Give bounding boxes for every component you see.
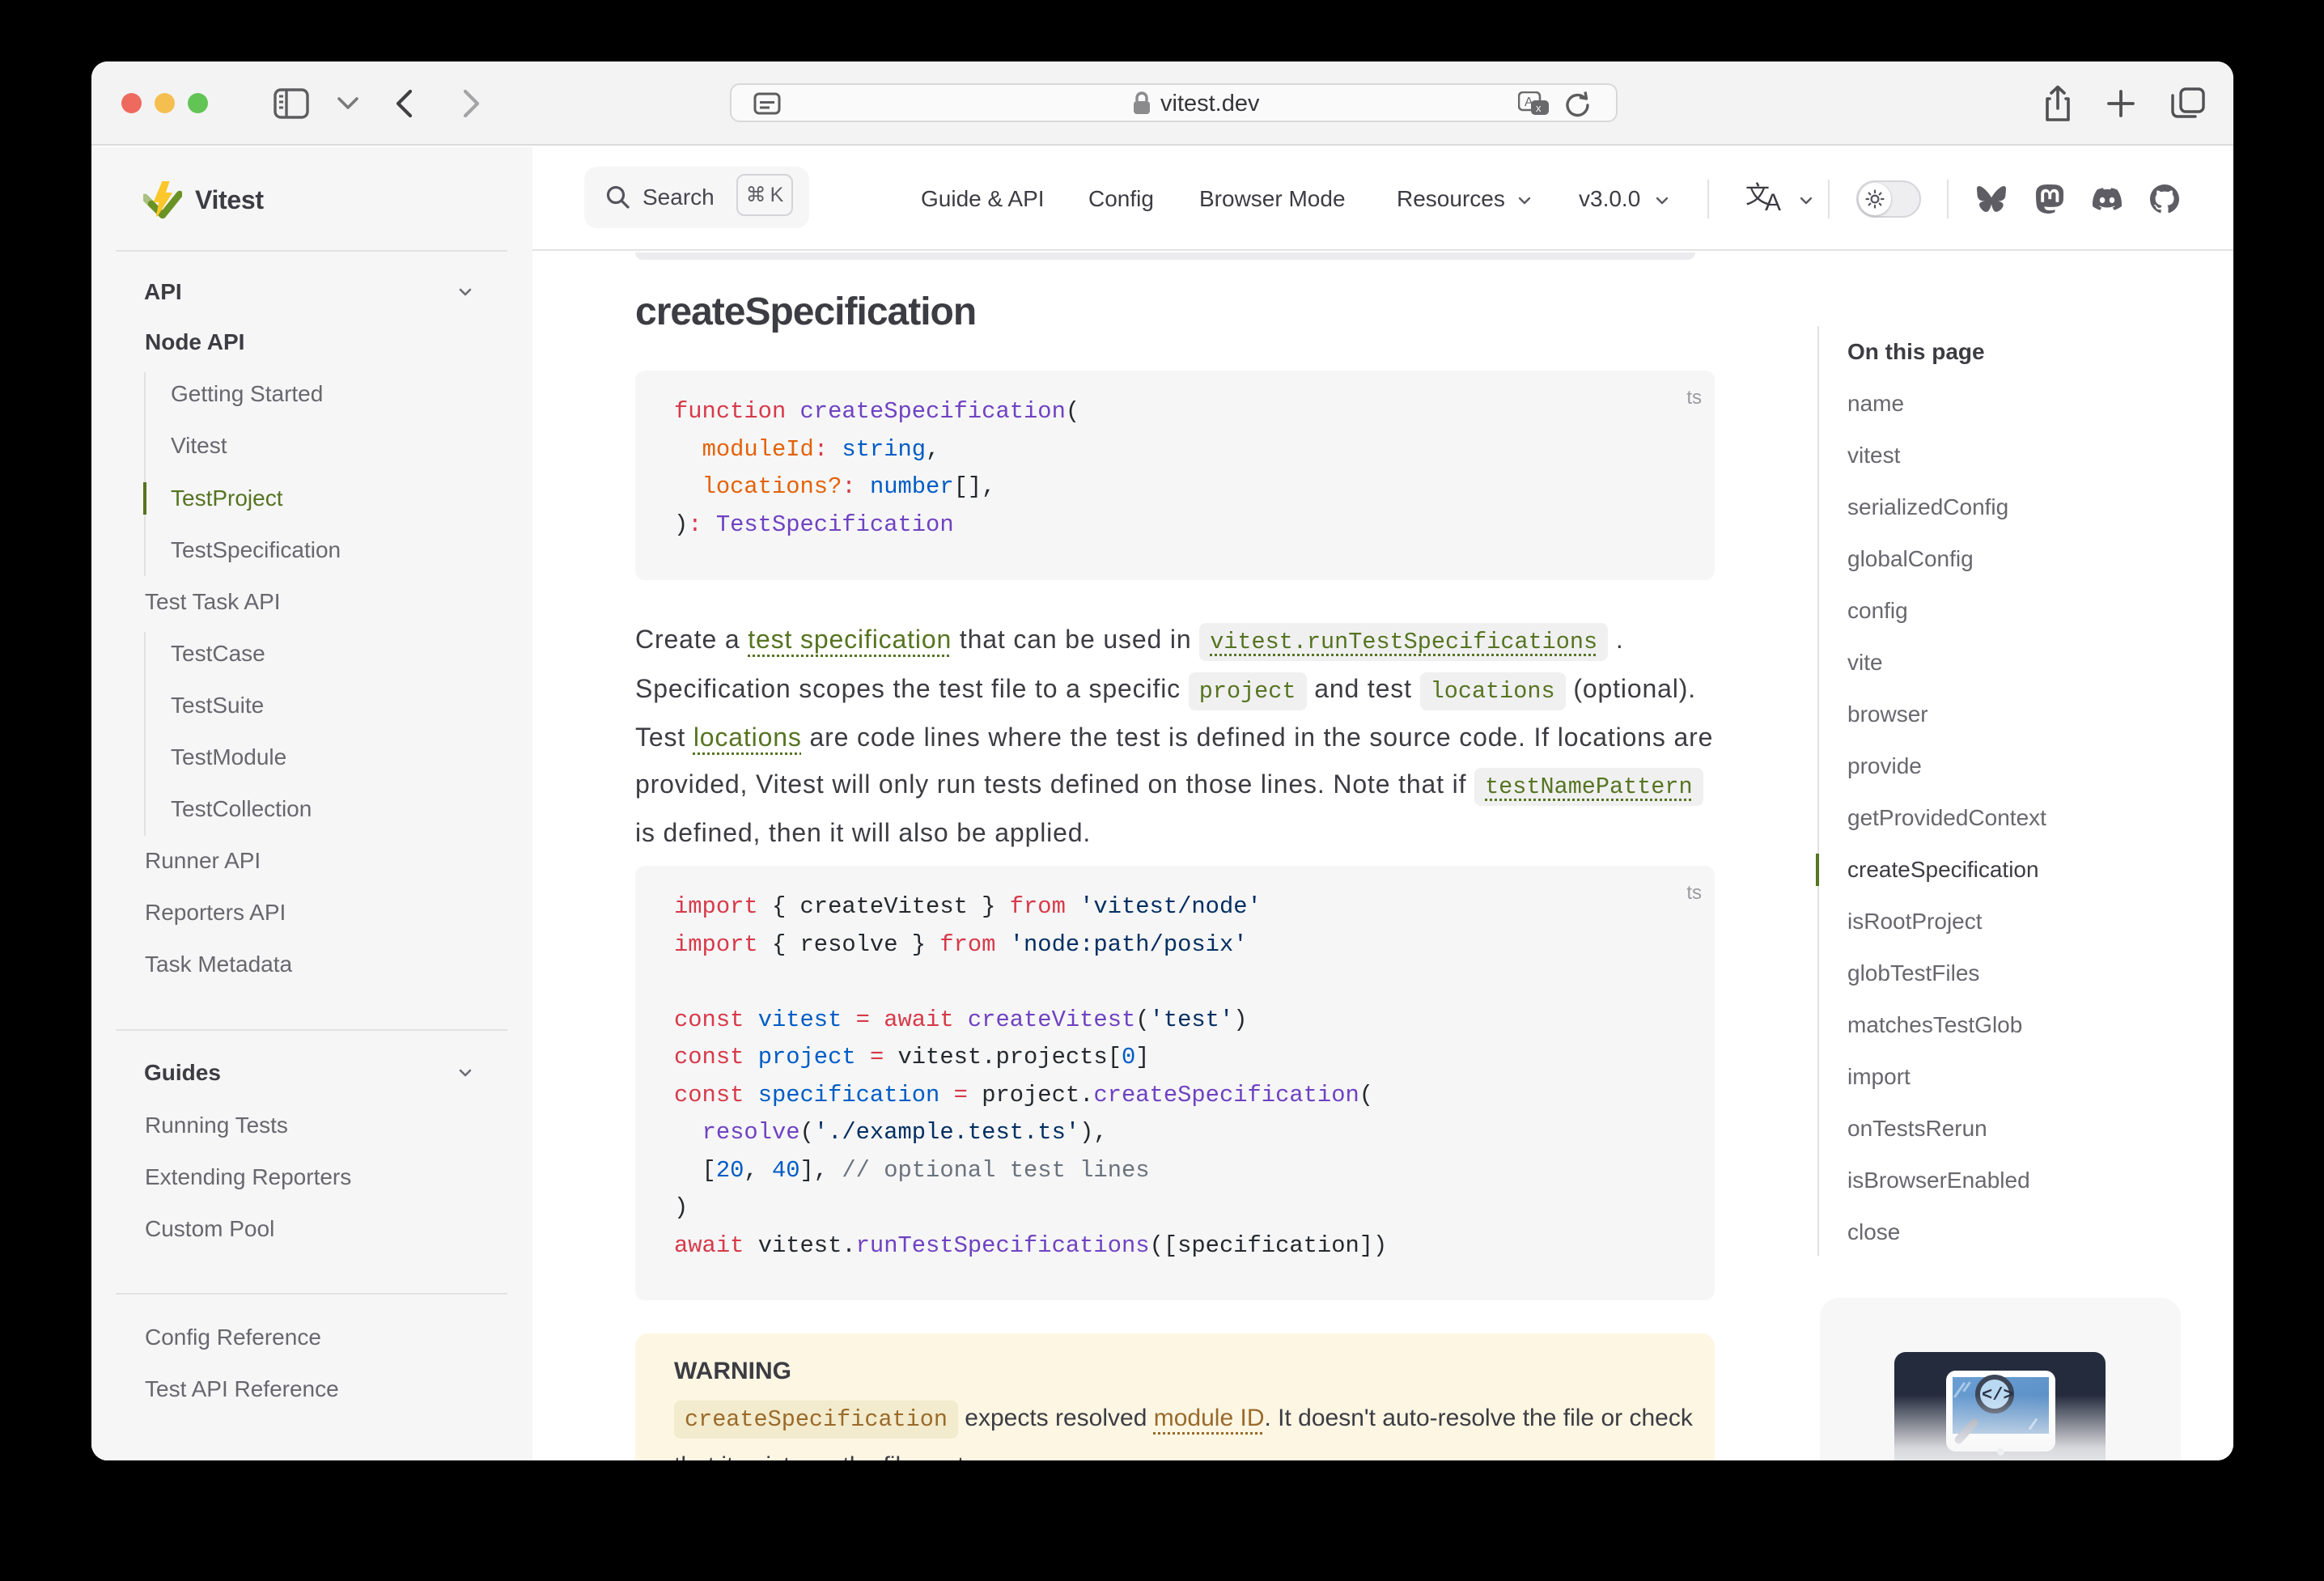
svg-text:x: x [1536, 102, 1542, 114]
